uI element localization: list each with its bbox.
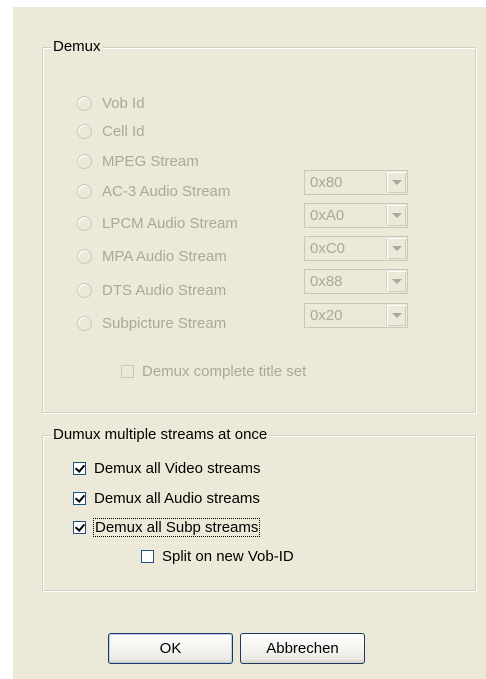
radio-circle[interactable]	[77, 282, 92, 298]
split-on-new-vob-id-checkbox[interactable]: Split on new Vob-ID	[141, 546, 294, 566]
checkbox-box[interactable]	[121, 364, 134, 378]
mpa-stream-combo[interactable]: 0xC0	[304, 236, 408, 261]
radio-dts-audio-stream[interactable]: DTS Audio Stream	[77, 280, 226, 300]
checkbox-box[interactable]	[73, 520, 86, 534]
radio-circle[interactable]	[77, 315, 92, 331]
radio-ac3-audio-stream[interactable]: AC-3 Audio Stream	[77, 181, 230, 201]
chevron-down-icon[interactable]	[386, 305, 406, 326]
chevron-down-icon[interactable]	[386, 238, 406, 259]
radio-circle[interactable]	[77, 123, 92, 139]
subpicture-stream-combo[interactable]: 0x20	[304, 303, 408, 328]
radio-circle[interactable]	[77, 95, 92, 111]
radio-circle[interactable]	[77, 183, 92, 199]
radio-label: LPCM Audio Stream	[102, 214, 238, 232]
checkbox-box[interactable]	[141, 549, 154, 563]
radio-label: Subpicture Stream	[102, 314, 227, 332]
checkbox-label: Demux complete title set	[142, 362, 307, 380]
ac3-stream-combo[interactable]: 0x80	[304, 170, 408, 195]
dts-stream-combo[interactable]: 0x88	[304, 269, 408, 294]
radio-mpeg-stream[interactable]: MPEG Stream	[77, 151, 199, 171]
checkbox-label: Split on new Vob-ID	[162, 547, 294, 565]
radio-cell-id[interactable]: Cell Id	[77, 121, 145, 141]
combo-value: 0xA0	[310, 207, 345, 224]
demux-all-subp-checkbox[interactable]: Demux all Subp streams	[73, 517, 261, 537]
multi-streams-group-title: Dumux multiple streams at once	[51, 426, 270, 444]
combo-value: 0x80	[310, 174, 343, 191]
radio-label: MPA Audio Stream	[102, 247, 227, 265]
cancel-button[interactable]: Abbrechen	[240, 633, 365, 664]
radio-label: Cell Id	[102, 122, 145, 140]
radio-vob-id[interactable]: Vob Id	[77, 93, 145, 113]
checkbox-box[interactable]	[73, 491, 86, 505]
checkbox-label: Demux all Video streams	[94, 459, 261, 477]
lpcm-stream-combo[interactable]: 0xA0	[304, 203, 408, 228]
radio-label: MPEG Stream	[102, 152, 199, 170]
demux-all-video-checkbox[interactable]: Demux all Video streams	[73, 458, 260, 478]
dialog: Demux Vob Id Cell Id MPEG Stream AC-3 Au…	[13, 7, 486, 679]
demux-group-title: Demux	[51, 38, 103, 56]
radio-label: AC-3 Audio Stream	[102, 182, 231, 200]
checkbox-label: Demux all Subp streams	[92, 517, 261, 537]
radio-mpa-audio-stream[interactable]: MPA Audio Stream	[77, 246, 227, 266]
radio-label: Vob Id	[102, 94, 145, 112]
radio-label: DTS Audio Stream	[102, 281, 227, 299]
chevron-down-icon[interactable]	[386, 172, 406, 193]
radio-subpicture-stream[interactable]: Subpicture Stream	[77, 313, 226, 333]
combo-value: 0x20	[310, 307, 343, 324]
checkbox-label: Demux all Audio streams	[94, 489, 260, 507]
chevron-down-icon[interactable]	[386, 205, 406, 226]
combo-value: 0xC0	[310, 240, 346, 257]
radio-circle[interactable]	[77, 153, 92, 169]
radio-lpcm-audio-stream[interactable]: LPCM Audio Stream	[77, 213, 238, 233]
checkbox-box[interactable]	[73, 461, 86, 475]
combo-value: 0x88	[310, 273, 343, 290]
radio-circle[interactable]	[77, 215, 92, 231]
demux-all-audio-checkbox[interactable]: Demux all Audio streams	[73, 488, 260, 508]
demux-complete-title-set-checkbox[interactable]: Demux complete title set	[121, 361, 306, 381]
radio-circle[interactable]	[77, 248, 92, 264]
chevron-down-icon[interactable]	[386, 271, 406, 292]
ok-button[interactable]: OK	[108, 633, 233, 664]
